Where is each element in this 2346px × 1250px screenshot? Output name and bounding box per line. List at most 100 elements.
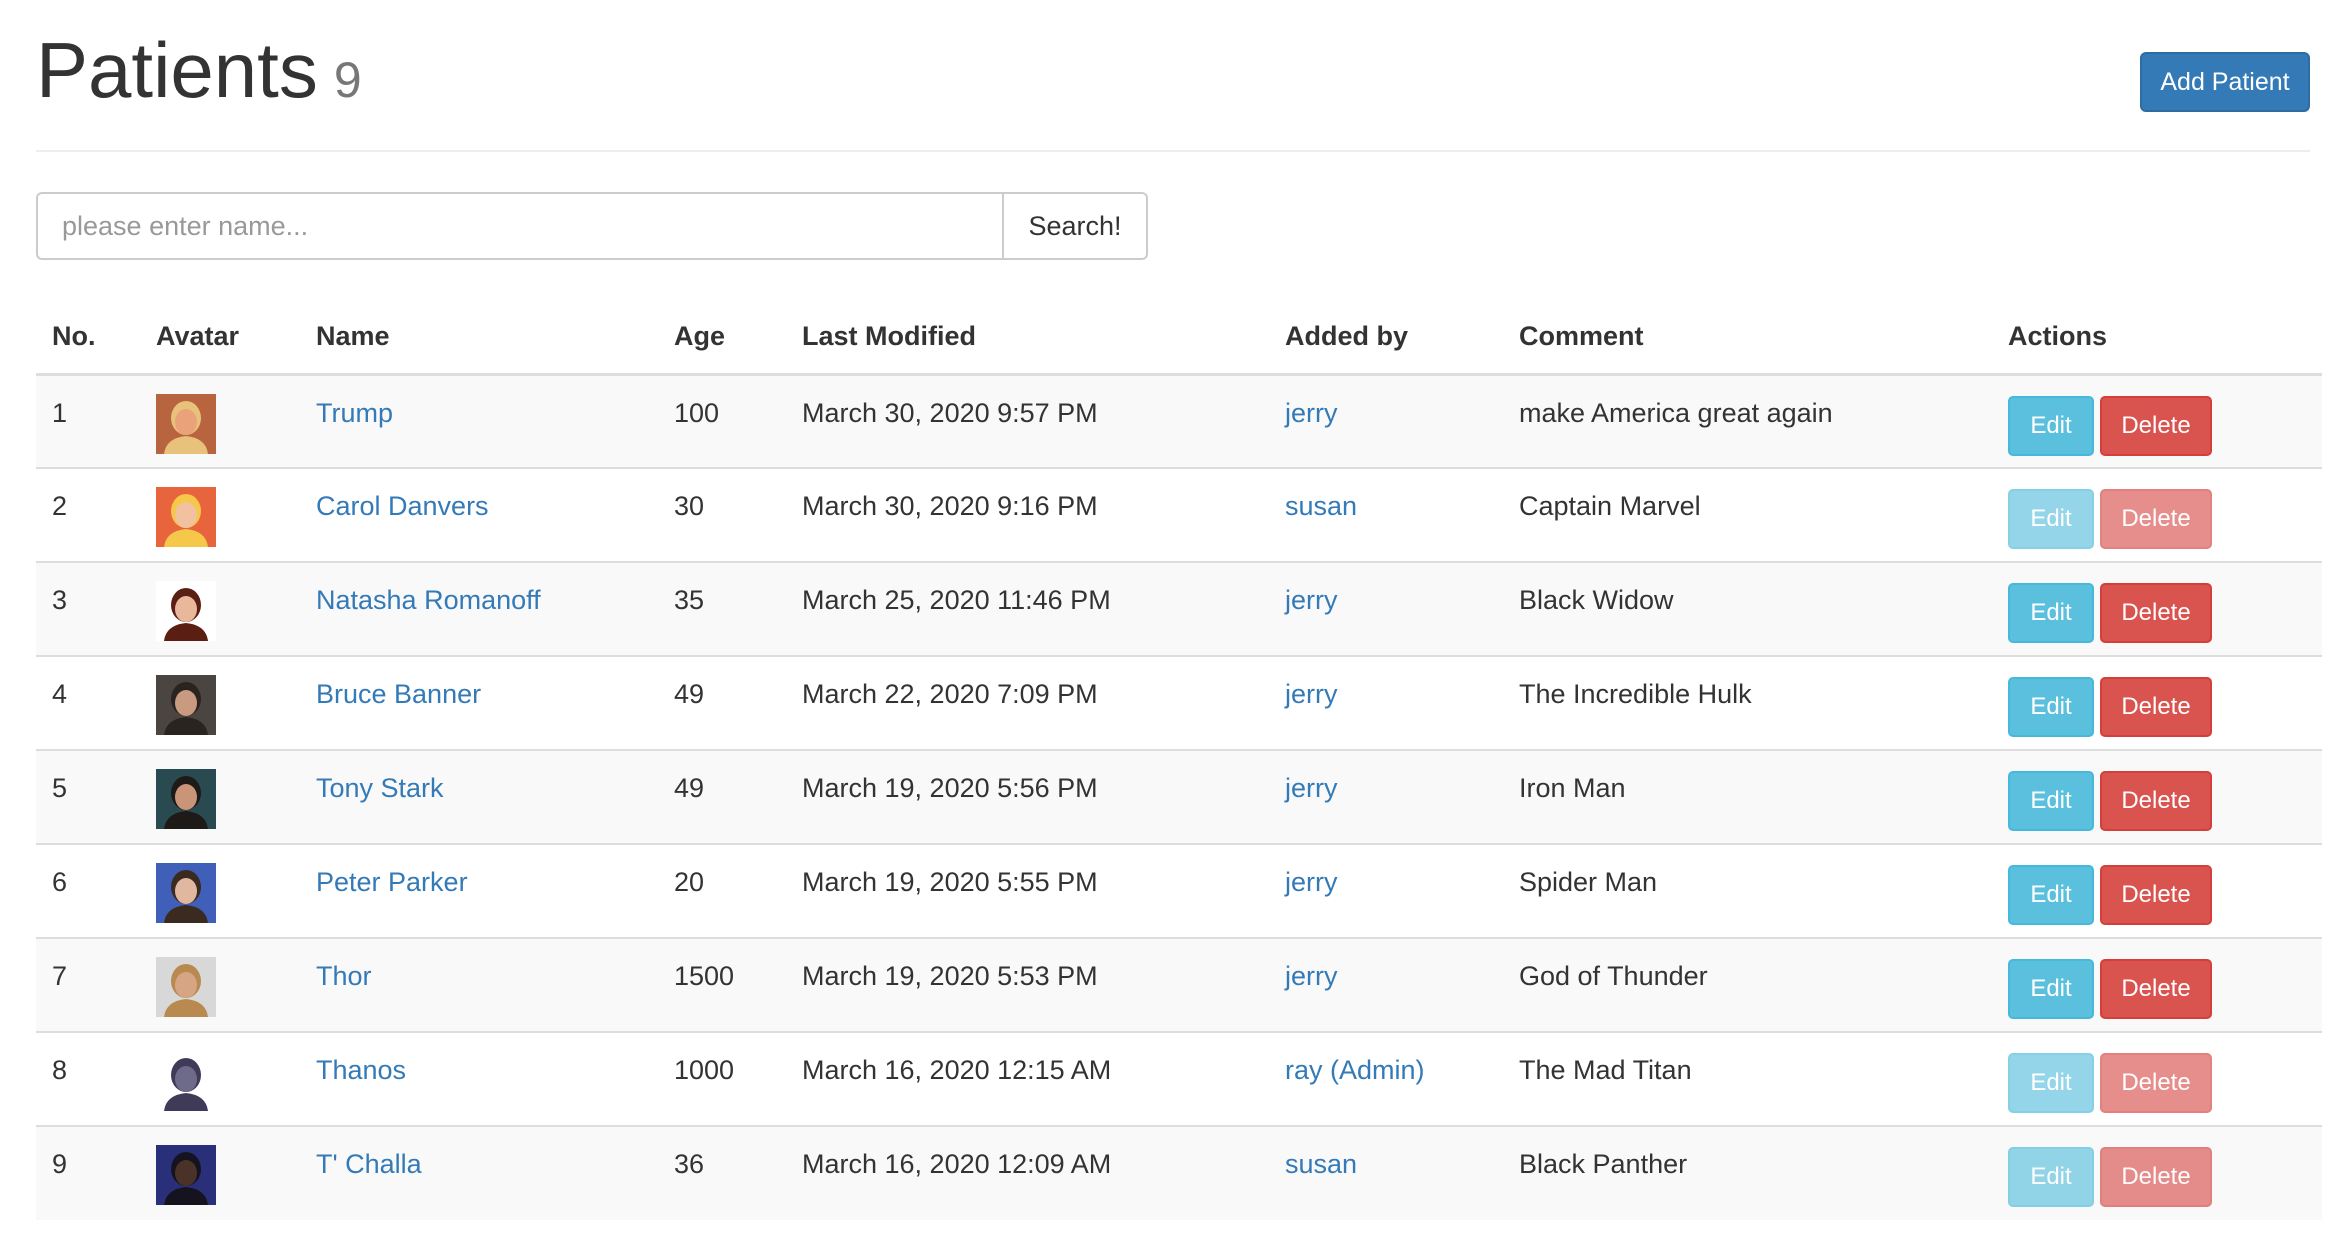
table-row: 9 T' Challa 36 March 16, 2020 12:09 AM susan…	[36, 1125, 2322, 1220]
delete-button[interactable]: Delete	[2100, 489, 2212, 549]
avatar	[156, 581, 216, 641]
cell-added-by: jerry	[1269, 749, 1503, 844]
added-by-link[interactable]: jerry	[1285, 773, 1338, 803]
cell-comment: God of Thunder	[1503, 937, 1992, 1032]
added-by-link[interactable]: ray (Admin)	[1285, 1055, 1425, 1085]
cell-comment: make America great again	[1503, 374, 1992, 468]
cell-added-by: susan	[1269, 1125, 1503, 1220]
added-by-link[interactable]: jerry	[1285, 398, 1338, 428]
patients-table: No. Avatar Name Age Last Modified Added …	[36, 300, 2322, 1220]
cell-comment: Spider Man	[1503, 843, 1992, 938]
patient-name-link[interactable]: Natasha Romanoff	[316, 585, 541, 615]
header-name: Name	[300, 300, 658, 376]
added-by-link[interactable]: jerry	[1285, 867, 1338, 897]
header-no: No.	[36, 300, 140, 376]
cell-no: 4	[36, 655, 140, 750]
cell-added-by: jerry	[1269, 937, 1503, 1032]
cell-age: 35	[658, 561, 786, 656]
cell-comment: Black Panther	[1503, 1125, 1992, 1220]
cell-actions: Edit Delete	[1992, 749, 2322, 844]
delete-button[interactable]: Delete	[2100, 771, 2212, 831]
delete-button[interactable]: Delete	[2100, 395, 2212, 456]
table-row: 7 Thor 1500 March 19, 2020 5:53 PM jerry God …	[36, 937, 2322, 1032]
cell-avatar	[140, 749, 300, 844]
cell-actions: Edit Delete	[1992, 1125, 2322, 1220]
cell-comment: Captain Marvel	[1503, 467, 1992, 562]
edit-button[interactable]: Edit	[2008, 583, 2094, 643]
cell-name: Natasha Romanoff	[300, 561, 658, 656]
cell-no: 7	[36, 937, 140, 1032]
patient-name-link[interactable]: Bruce Banner	[316, 679, 481, 709]
delete-button[interactable]: Delete	[2100, 1147, 2212, 1207]
cell-name: T' Challa	[300, 1125, 658, 1220]
delete-button[interactable]: Delete	[2100, 865, 2212, 925]
cell-last-modified: March 30, 2020 9:57 PM	[786, 374, 1269, 468]
cell-age: 100	[658, 374, 786, 468]
delete-button[interactable]: Delete	[2100, 959, 2212, 1019]
patient-name-link[interactable]: Thanos	[316, 1055, 406, 1085]
edit-button[interactable]: Edit	[2008, 1053, 2094, 1113]
added-by-link[interactable]: susan	[1285, 1149, 1357, 1179]
cell-name: Tony Stark	[300, 749, 658, 844]
cell-avatar	[140, 1031, 300, 1126]
cell-last-modified: March 16, 2020 12:09 AM	[786, 1125, 1269, 1220]
table-row: 3 Natasha Romanoff 35 March 25, 2020 11:46 …	[36, 561, 2322, 656]
cell-last-modified: March 30, 2020 9:16 PM	[786, 467, 1269, 562]
patient-name-link[interactable]: Trump	[316, 398, 393, 428]
patient-name-link[interactable]: T' Challa	[316, 1149, 422, 1179]
page-header: Patients 9 Add Patient	[36, 0, 2310, 152]
patient-name-link[interactable]: Tony Stark	[316, 773, 444, 803]
added-by-link[interactable]: jerry	[1285, 585, 1338, 615]
cell-age: 1500	[658, 937, 786, 1032]
patient-name-link[interactable]: Peter Parker	[316, 867, 468, 897]
cell-comment: Iron Man	[1503, 749, 1992, 844]
edit-button[interactable]: Edit	[2008, 771, 2094, 831]
cell-actions: Edit Delete	[1992, 561, 2322, 656]
table-row: 2 Carol Danvers 30 March 30, 2020 9:16 PM su…	[36, 467, 2322, 562]
patient-count: 9	[333, 52, 362, 108]
cell-avatar	[140, 843, 300, 938]
cell-avatar	[140, 561, 300, 656]
cell-name: Carol Danvers	[300, 467, 658, 562]
header-comment: Comment	[1503, 300, 1992, 376]
delete-button[interactable]: Delete	[2100, 1053, 2212, 1113]
edit-button[interactable]: Edit	[2008, 489, 2094, 549]
delete-button[interactable]: Delete	[2100, 677, 2212, 737]
cell-last-modified: March 25, 2020 11:46 PM	[786, 561, 1269, 656]
cell-last-modified: March 19, 2020 5:56 PM	[786, 749, 1269, 844]
header-added-by: Added by	[1269, 300, 1503, 376]
search-button[interactable]: Search!	[1002, 192, 1148, 260]
cell-actions: Edit Delete	[1992, 655, 2322, 750]
header-avatar: Avatar	[140, 300, 300, 376]
add-patient-button[interactable]: Add Patient	[2140, 52, 2310, 112]
delete-button[interactable]: Delete	[2100, 583, 2212, 643]
edit-button[interactable]: Edit	[2008, 959, 2094, 1019]
cell-last-modified: March 19, 2020 5:53 PM	[786, 937, 1269, 1032]
table-row: 6 Peter Parker 20 March 19, 2020 5:55 PM jer…	[36, 843, 2322, 938]
search-input[interactable]	[36, 192, 1002, 260]
avatar	[156, 675, 216, 735]
added-by-link[interactable]: susan	[1285, 491, 1357, 521]
cell-added-by: jerry	[1269, 374, 1503, 468]
table-body: 1 Trump 100 March 30, 2020 9:57 PM jerry make…	[36, 374, 2322, 1220]
edit-button[interactable]: Edit	[2008, 865, 2094, 925]
cell-avatar	[140, 467, 300, 562]
cell-no: 3	[36, 561, 140, 656]
cell-name: Bruce Banner	[300, 655, 658, 750]
avatar	[156, 1051, 216, 1111]
edit-button[interactable]: Edit	[2008, 1147, 2094, 1207]
avatar	[156, 393, 216, 454]
header-last-modified: Last Modified	[786, 300, 1269, 376]
cell-age: 49	[658, 655, 786, 750]
added-by-link[interactable]: jerry	[1285, 961, 1338, 991]
edit-button[interactable]: Edit	[2008, 677, 2094, 737]
patient-name-link[interactable]: Thor	[316, 961, 372, 991]
cell-no: 6	[36, 843, 140, 938]
cell-no: 9	[36, 1125, 140, 1220]
edit-button[interactable]: Edit	[2008, 395, 2094, 456]
added-by-link[interactable]: jerry	[1285, 679, 1338, 709]
table-row: 5 Tony Stark 49 March 19, 2020 5:56 PM jerry…	[36, 749, 2322, 844]
patient-name-link[interactable]: Carol Danvers	[316, 491, 489, 521]
cell-comment: The Mad Titan	[1503, 1031, 1992, 1126]
cell-no: 2	[36, 467, 140, 562]
